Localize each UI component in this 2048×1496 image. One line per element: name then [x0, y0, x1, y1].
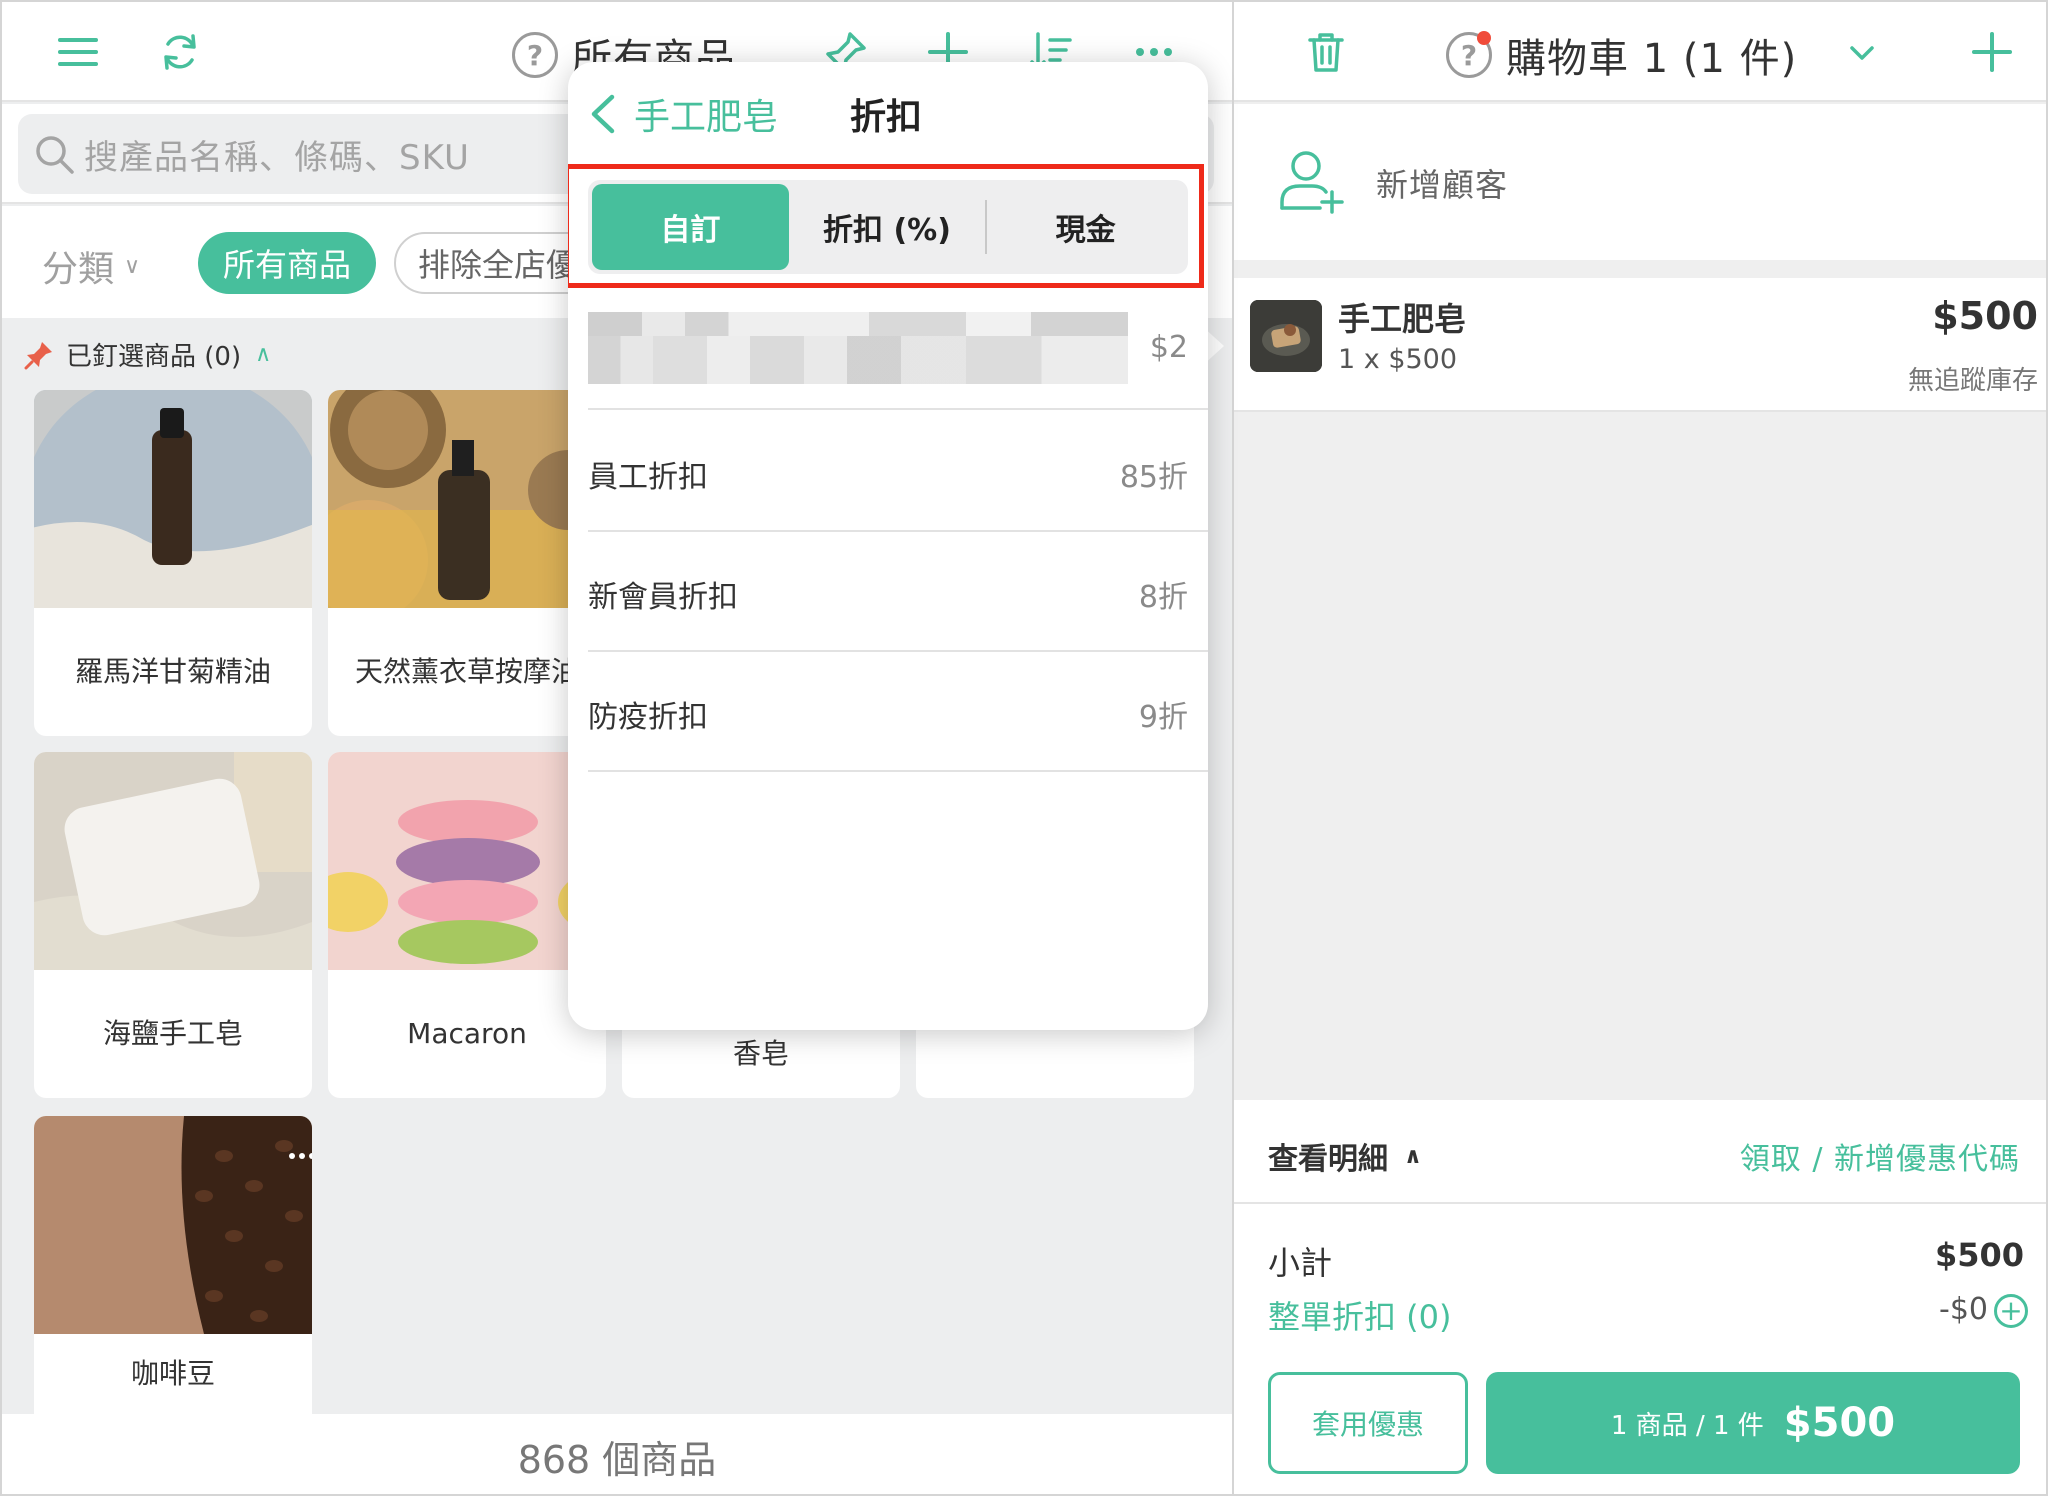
blurred-content-top	[588, 312, 1128, 336]
checkout-item-count: 1 商品 / 1 件	[1610, 1410, 1764, 1441]
discount-name: 防疫折扣	[588, 700, 708, 735]
subtotal-label: 小計	[1268, 1244, 1333, 1282]
product-image	[34, 1116, 312, 1334]
cart-item-thumbnail	[1250, 300, 1322, 372]
category-dropdown[interactable]: 分類 ∨	[42, 240, 140, 292]
product-card[interactable]: 海鹽手工皂	[34, 752, 312, 1098]
pinned-label: 已釘選商品 (0)	[66, 342, 242, 372]
discount-value: 8折	[1138, 580, 1188, 615]
product-image	[34, 752, 312, 970]
notification-dot	[1477, 31, 1491, 45]
app-window: ? 所有商品 搜產品名稱、條碼、SKU 分類 ∨ 所有商品 排除全店優 已釘選商…	[0, 0, 2048, 1496]
cart-item-qty: 1 x $500	[1338, 344, 1458, 375]
chevron-up-icon: ∧	[255, 342, 272, 367]
product-card[interactable]: 咖啡豆	[34, 1116, 312, 1414]
cart-summary: 查看明細 ∧ 領取 / 新增優惠代碼 小計 $500 整單折扣 (0) -$0 …	[1234, 1100, 2046, 1494]
cart-item-price: $500	[1932, 294, 2038, 338]
add-discount-icon[interactable]: +	[1994, 1294, 2028, 1328]
product-name: 天然薰衣草按摩油	[354, 655, 579, 688]
product-card[interactable]: 羅馬洋甘菊精油	[34, 390, 312, 736]
pinned-section-toggle[interactable]: 已釘選商品 (0) ∧	[24, 336, 271, 373]
discount-value: 85折	[1119, 460, 1188, 495]
cart-toolbar: ? 購物車 1 (1 件)	[1234, 2, 2046, 102]
coupon-link[interactable]: 領取 / 新增優惠代碼	[1740, 1134, 2020, 1178]
cart-item-name: 手工肥皂	[1338, 300, 1467, 338]
search-placeholder: 搜產品名稱、條碼、SKU	[84, 137, 470, 178]
product-image	[328, 752, 606, 970]
checkout-button[interactable]: 1 商品 / 1 件 $500	[1486, 1372, 2020, 1474]
discount-value: $2	[1149, 330, 1188, 365]
chevron-up-icon: ∧	[1404, 1143, 1422, 1169]
discount-value: 9折	[1138, 700, 1188, 735]
product-name: Macaron	[407, 1017, 527, 1050]
highlight-box	[568, 164, 1204, 288]
cart-item-stock: 無追蹤庫存	[1907, 366, 2038, 396]
product-card[interactable]: Macaron	[328, 752, 606, 1098]
back-button[interactable]: 手工肥皂	[586, 88, 778, 140]
back-label: 手工肥皂	[634, 97, 779, 138]
chevron-down-icon[interactable]	[1834, 24, 1890, 80]
discount-popover: 手工肥皂 折扣 自訂 折扣 (%) 現金 $2 員工折扣 85折 新會員折扣 8…	[568, 62, 1208, 1030]
view-details-label: 查看明細	[1268, 1142, 1388, 1177]
details-row: 查看明細 ∧ 領取 / 新增優惠代碼	[1234, 1100, 2046, 1204]
discount-row[interactable]: 防疫折扣 9折	[588, 652, 1208, 772]
add-cart-icon[interactable]	[1964, 24, 2020, 80]
add-user-icon	[1280, 151, 1344, 214]
order-discount-value: -$0	[1939, 1292, 1988, 1327]
help-icon[interactable]: ?	[1446, 31, 1492, 78]
chevron-left-icon	[591, 94, 615, 134]
pin-filled-icon	[24, 341, 52, 369]
subtotal-value: $500	[1934, 1236, 2024, 1274]
menu-icon[interactable]	[50, 24, 106, 80]
help-icon[interactable]: ?	[512, 32, 558, 78]
cart-line-item[interactable]: 手工肥皂 1 x $500 $500 無追蹤庫存	[1234, 278, 2046, 412]
order-discount-link[interactable]: 整單折扣 (0)	[1268, 1292, 1452, 1338]
view-details-toggle[interactable]: 查看明細 ∧	[1268, 1134, 1422, 1178]
product-name: 羅馬洋甘菊精油	[74, 655, 271, 688]
filter-chip-all[interactable]: 所有商品	[198, 232, 376, 294]
popover-title: 折扣	[850, 97, 923, 138]
refresh-icon[interactable]	[152, 24, 208, 80]
product-count: 868 個商品	[2, 1414, 1232, 1494]
discount-name: 員工折扣	[588, 460, 708, 495]
search-icon	[36, 136, 74, 174]
discount-row[interactable]: 員工折扣 85折	[588, 412, 1208, 532]
checkout-total: $500	[1783, 1400, 1896, 1446]
add-customer-label: 新增顧客	[1376, 166, 1509, 204]
discount-row[interactable]: 新會員折扣 8折	[588, 532, 1208, 652]
product-name: 咖啡豆	[130, 1357, 215, 1390]
add-customer-button[interactable]: 新增顧客	[1234, 104, 2046, 260]
cart-panel: ? 購物車 1 (1 件) 新增顧客 手工肥皂 1 x $500 $500 無追…	[1232, 2, 2046, 1494]
apply-promotion-button[interactable]: 套用優惠	[1268, 1372, 1468, 1474]
cart-title: 購物車 1 (1 件)	[1506, 36, 1798, 82]
product-image	[34, 390, 312, 608]
discount-row-blurred[interactable]: $2	[588, 298, 1208, 410]
cart-selector[interactable]: ? 購物車 1 (1 件)	[1446, 26, 1797, 84]
chevron-down-icon: ∨	[124, 253, 141, 279]
category-label: 分類	[42, 249, 115, 290]
product-card[interactable]: 天然薰衣草按摩油	[328, 390, 606, 736]
trash-icon[interactable]	[1298, 24, 1354, 80]
product-image	[328, 390, 606, 608]
discount-name: 新會員折扣	[588, 580, 738, 615]
product-name: 海鹽手工皂	[102, 1017, 243, 1050]
